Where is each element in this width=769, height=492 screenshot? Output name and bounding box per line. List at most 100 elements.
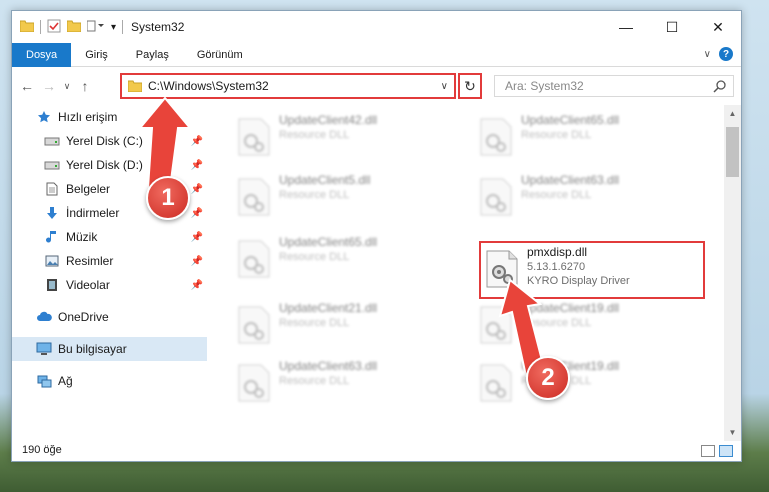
sidebar-item-videos[interactable]: Videolar 📌 [12,273,207,297]
dll-file-icon [479,363,513,403]
document-icon [44,181,60,197]
network-icon [36,373,52,389]
sidebar-item-label: OneDrive [58,310,109,324]
pin-icon[interactable]: 📌 [191,160,203,171]
address-path: C:\Windows\System32 [148,79,269,93]
file-name: UpdateClient63.dll [521,173,620,187]
forward-button[interactable]: → [38,78,60,94]
file-description: Resource DLL [521,129,592,141]
list-item[interactable]: UpdateClient65.dll Resource DLL [237,235,447,285]
navigation-pane: Hızlı erişim Yerel Disk (C:) 📌 Yerel Dis… [12,105,207,445]
sidebar-item-label: Bu bilgisayar [58,342,127,356]
tab-giris[interactable]: Giriş [71,43,122,67]
file-name: UpdateClient65.dll [521,113,620,127]
item-count: 190 öğe [22,444,62,456]
window-title: System32 [131,20,185,34]
scroll-thumb[interactable] [726,127,739,177]
properties-icon[interactable] [47,19,61,36]
explorer-window: ▾ System32 — ☐ ✕ Dosya Giriş Paylaş Görü… [11,10,742,462]
file-list: UpdateClient42.dll Resource DLL UpdateCli… [217,105,732,445]
ribbon-tabs: Dosya Giriş Paylaş Görünüm ∨ ? [12,42,741,67]
list-item[interactable]: UpdateClient65.dll Resource DLL [479,113,689,163]
dll-file-icon [237,239,271,279]
tab-dosya[interactable]: Dosya [12,42,72,67]
new-folder-icon[interactable] [66,20,82,35]
music-note-icon [44,229,60,245]
large-icons-view-icon[interactable] [719,445,733,457]
folder-icon [128,80,142,92]
up-button[interactable]: ↑ [74,78,96,94]
chevron-down-icon[interactable]: ▾ [111,22,116,33]
pin-icon[interactable]: 📌 [191,256,203,267]
sidebar-item-label: Müzik [66,230,98,244]
title-bar: ▾ System32 — ☐ ✕ [12,11,741,43]
pin-icon[interactable]: 📌 [191,232,203,243]
list-item[interactable]: UpdateClient19.dllResource DLL [479,359,689,409]
sidebar-item-onedrive[interactable]: OneDrive [12,305,207,329]
back-button[interactable]: ← [16,78,38,94]
list-item[interactable]: UpdateClient63.dll Resource DLL [479,173,689,223]
dll-file-icon [237,177,271,217]
recent-locations-icon[interactable]: ∨ [60,81,74,92]
pin-icon[interactable]: 📌 [191,208,203,219]
file-name: UpdateClient19.dll [521,301,620,315]
divider [122,20,124,34]
help-button[interactable]: ? [719,47,733,61]
vertical-scrollbar[interactable]: ▲ ▼ [724,105,741,441]
refresh-button[interactable]: ↻ [458,73,482,99]
file-description: Resource DLL [521,317,592,329]
cloud-icon [36,309,52,325]
refresh-icon: ↻ [464,77,476,94]
sidebar-item-disk-d[interactable]: Yerel Disk (D:) 📌 [12,153,207,177]
file-description: Resource DLL [521,189,592,201]
sidebar-item-this-pc[interactable]: Bu bilgisayar [12,337,207,361]
dll-file-icon [237,363,271,403]
sidebar-item-label: Yerel Disk (D:) [66,158,143,172]
step-badge-1: 1 [146,176,190,220]
ribbon-right: ∨ ? [704,47,733,61]
tab-gorunum[interactable]: Görünüm [183,43,257,67]
list-item[interactable]: UpdateClient42.dll Resource DLL [237,113,447,163]
sidebar-item-disk-c[interactable]: Yerel Disk (C:) 📌 [12,129,207,153]
expand-ribbon-icon[interactable]: ∨ [704,49,711,60]
pin-icon[interactable]: 📌 [191,280,203,291]
computer-icon [36,341,52,357]
sidebar-item-network[interactable]: Ağ [12,369,207,393]
tab-paylas[interactable]: Paylaş [122,43,183,67]
scroll-up-icon[interactable]: ▲ [724,105,741,122]
list-item[interactable]: UpdateClient63.dll Resource DLL [237,359,447,409]
search-input[interactable]: Ara: System32 [494,75,734,97]
download-arrow-icon [44,205,60,221]
address-bar[interactable]: C:\Windows\System32 ∨ [120,73,456,99]
picture-icon [44,253,60,269]
file-description: Resource DLL [279,375,350,387]
pin-icon[interactable]: 📌 [191,136,203,147]
pin-icon[interactable]: 📌 [191,184,203,195]
sidebar-item-quick-access[interactable]: Hızlı erişim [12,105,207,129]
details-view-icon[interactable] [701,445,715,457]
file-description: Resource DLL [279,317,350,329]
sidebar-item-label: Belgeler [66,182,111,196]
minimize-button[interactable]: — [603,11,649,43]
file-name: UpdateClient65.dll [279,235,378,249]
sidebar-item-music[interactable]: Müzik 📌 [12,225,207,249]
dll-file-icon [479,177,513,217]
list-item[interactable]: UpdateClient19.dll Resource DLL [479,301,689,351]
maximize-button[interactable]: ☐ [649,11,695,43]
close-button[interactable]: ✕ [695,11,741,43]
file-name: UpdateClient63.dll [279,359,378,373]
customize-toolbar-icon[interactable] [86,20,105,35]
step-badge-2: 2 [526,356,570,400]
file-description: Resource DLL [279,129,350,141]
sidebar-item-pictures[interactable]: Resimler 📌 [12,249,207,273]
list-item[interactable]: UpdateClient21.dll Resource DLL [237,301,447,351]
sidebar-item-label: Ağ [58,374,73,388]
chevron-down-icon[interactable]: ∨ [441,81,448,92]
dll-file-icon [479,117,513,157]
navigation-bar: ← → ∨ ↑ C:\Windows\System32 ∨ ↻ Ara: Sys… [12,67,741,105]
star-icon [36,109,52,125]
list-item[interactable]: UpdateClient5.dll Resource DLL [237,173,447,223]
